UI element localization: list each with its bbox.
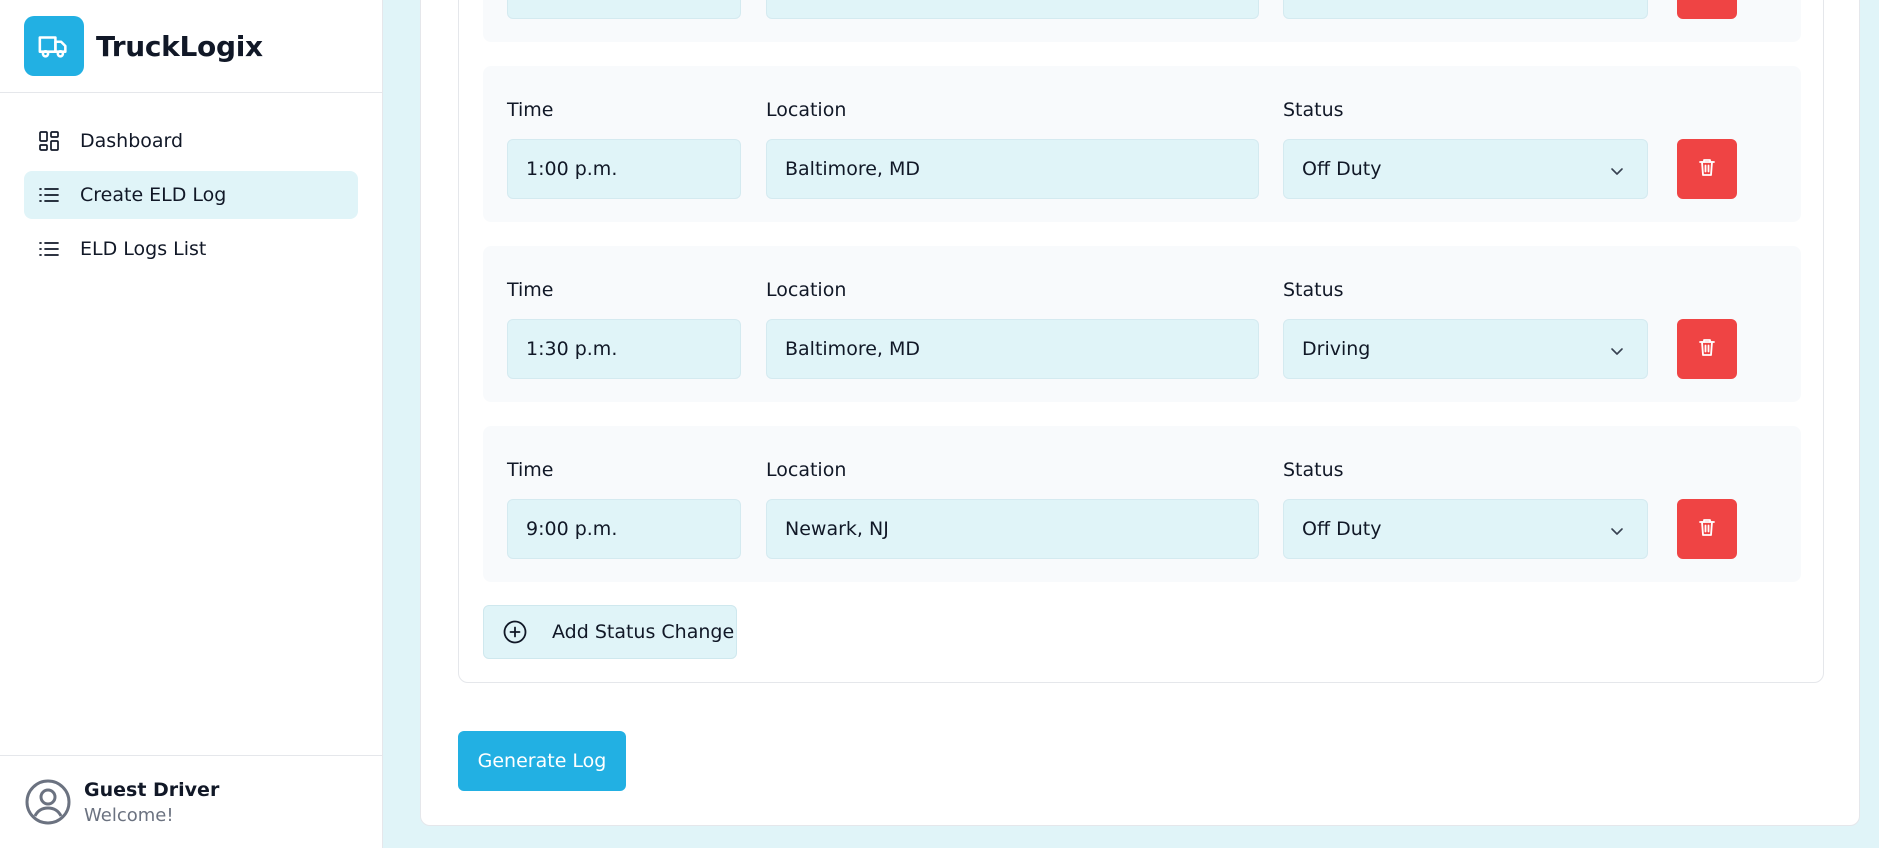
location-input[interactable]: Newark, NJ [766,499,1259,559]
chevron-down-icon [1609,522,1625,544]
list-icon [38,238,60,260]
user-profile[interactable]: Guest Driver Welcome! [0,755,382,848]
status-select[interactable]: Driving [1283,319,1648,379]
time-input[interactable]: 1:00 p.m. [507,139,741,199]
sidebar-item-eld-logs-list[interactable]: ELD Logs List [24,225,358,273]
user-name: Guest Driver [84,778,220,801]
location-label: Location [766,459,847,481]
status-label: Status [1283,99,1344,121]
dashboard-icon [38,130,60,152]
status-select[interactable]: Off Duty [1283,499,1648,559]
location-input[interactable] [766,0,1259,19]
delete-entry-button[interactable] [1677,0,1737,19]
delete-entry-button[interactable] [1677,319,1737,379]
chevron-down-icon [1609,342,1625,364]
brand-name: TruckLogix [96,29,263,63]
sidebar-nav: Dashboard Create ELD Log ELD Logs List [0,93,382,273]
trash-icon [1696,516,1718,542]
status-entry: Time Location Status 1:30 p.m. Baltimore… [483,246,1801,402]
location-label: Location [766,279,847,301]
location-input[interactable]: Baltimore, MD [766,139,1259,199]
add-status-change-button[interactable]: Add Status Change [483,605,737,659]
generate-log-button[interactable]: Generate Log [458,731,626,791]
sidebar-item-label: Dashboard [80,130,184,152]
chevron-down-icon [1609,162,1625,184]
user-welcome: Welcome! [84,804,174,826]
add-status-change-label: Add Status Change [552,621,735,643]
user-circle-icon [24,778,72,826]
time-input[interactable] [507,0,741,19]
truck-icon [24,16,84,76]
main-card: Time Location Status 1:00 p.m. Baltimore… [420,0,1860,826]
status-entry: Time Location Status 1:00 p.m. Baltimore… [483,66,1801,222]
sidebar: TruckLogix Dashboard Create ELD Log ELD … [0,0,383,848]
status-changes-card: Time Location Status 1:00 p.m. Baltimore… [458,0,1824,683]
status-select[interactable] [1283,0,1648,19]
delete-entry-button[interactable] [1677,499,1737,559]
status-select-value: Off Duty [1302,518,1382,540]
status-select[interactable]: Off Duty [1283,139,1648,199]
status-select-value: Off Duty [1302,158,1382,180]
plus-circle-icon [502,619,528,645]
sidebar-item-dashboard[interactable]: Dashboard [24,117,358,165]
sidebar-item-create-eld-log[interactable]: Create ELD Log [24,171,358,219]
status-select-value: Driving [1302,338,1371,360]
sidebar-item-label: Create ELD Log [80,184,227,206]
status-label: Status [1283,459,1344,481]
location-input[interactable]: Baltimore, MD [766,319,1259,379]
time-label: Time [507,459,554,481]
status-entry: Time Location Status 9:00 p.m. Newark, N… [483,426,1801,582]
status-entry-partial [483,0,1801,42]
delete-entry-button[interactable] [1677,139,1737,199]
status-label: Status [1283,279,1344,301]
time-label: Time [507,99,554,121]
trash-icon [1696,156,1718,182]
user-info: Guest Driver Welcome! [84,779,219,826]
time-input[interactable]: 9:00 p.m. [507,499,741,559]
time-label: Time [507,279,554,301]
trash-icon [1696,336,1718,362]
list-icon [38,184,60,206]
brand: TruckLogix [0,0,382,93]
sidebar-item-label: ELD Logs List [80,238,207,260]
location-label: Location [766,99,847,121]
time-input[interactable]: 1:30 p.m. [507,319,741,379]
